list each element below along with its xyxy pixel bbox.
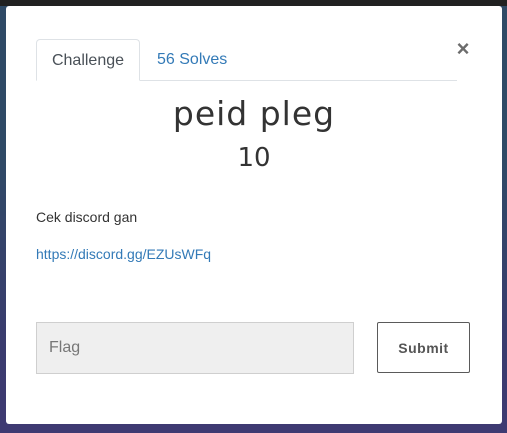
challenge-modal: Challenge 56 Solves × peid pleg 10 Cek d…: [6, 6, 502, 424]
discord-link[interactable]: https://discord.gg/EZUsWFq: [36, 246, 211, 262]
submit-button[interactable]: Submit: [377, 322, 470, 373]
tab-solves[interactable]: 56 Solves: [157, 39, 227, 80]
modal-tabs: Challenge 56 Solves: [36, 39, 457, 81]
tab-challenge[interactable]: Challenge: [36, 39, 140, 81]
challenge-description: Cek discord gan: [36, 209, 138, 225]
challenge-title: peid pleg: [172, 94, 336, 133]
challenge-value: 10: [237, 143, 271, 173]
close-icon[interactable]: ×: [455, 38, 471, 60]
flag-input[interactable]: [36, 322, 354, 374]
